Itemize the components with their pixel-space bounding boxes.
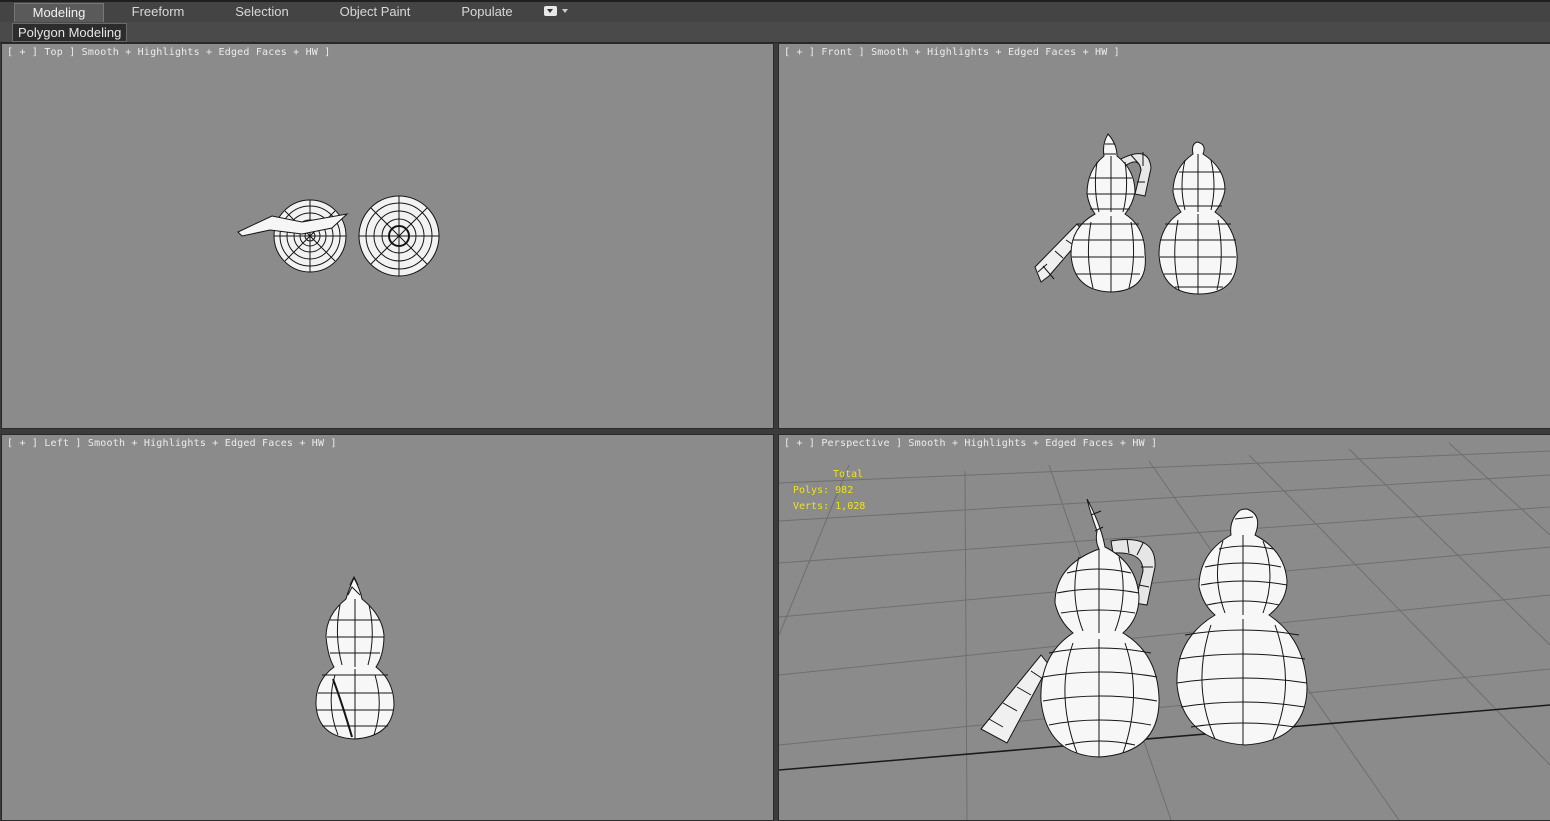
tab-populate[interactable]: Populate <box>450 3 524 21</box>
front-view-scene <box>1034 133 1238 295</box>
ribbon-minimize-icon <box>544 6 557 16</box>
persp-gourd-left-mesh <box>1040 498 1160 758</box>
viewport-left[interactable]: [ + ] Left ] Smooth + Highlights + Edged… <box>1 434 774 821</box>
stats-verts-row: Verts: 1,028 <box>793 499 865 515</box>
perspective-view-scene <box>779 442 1550 820</box>
ribbon-options-icon[interactable] <box>544 5 570 19</box>
stats-polys-label: Polys: <box>793 485 830 496</box>
tab-selection[interactable]: Selection <box>222 3 302 21</box>
panel-polygon-modeling[interactable]: Polygon Modeling <box>12 23 128 42</box>
stats-verts-value: 1,028 <box>835 501 866 512</box>
stats-polys-value: 982 <box>835 485 854 496</box>
top-gourd-left-mesh <box>273 199 347 273</box>
viewport-label-left[interactable]: [ + ] Left ] Smooth + Highlights + Edged… <box>7 438 337 449</box>
viewport-perspective[interactable]: [ + ] Perspective ] Smooth + Highlights … <box>778 434 1550 821</box>
viewport-top[interactable]: [ + ] Top ] Smooth + Highlights + Edged … <box>1 43 774 429</box>
left-view-scene <box>315 575 395 740</box>
viewport-label-perspective[interactable]: [ + ] Perspective ] Smooth + Highlights … <box>784 438 1157 449</box>
top-gourd-right-mesh <box>358 195 440 277</box>
tab-object-paint[interactable]: Object Paint <box>330 3 420 21</box>
ribbon-tab-bar: Modeling Freeform Selection Object Paint… <box>0 0 1550 23</box>
stats-polys-row: Polys: 982 <box>793 483 865 499</box>
ribbon-top-edge <box>0 0 1550 2</box>
persp-ribbon-strip <box>980 654 1050 744</box>
persp-gourd-right-mesh <box>1176 508 1308 746</box>
chevron-down-icon <box>562 9 568 13</box>
perspective-ground-line <box>779 704 1550 771</box>
tab-modeling[interactable]: Modeling <box>14 3 104 22</box>
viewport-front[interactable]: [ + ] Front ] Smooth + Highlights + Edge… <box>778 43 1550 429</box>
ribbon-panel: Polygon Modeling <box>0 22 1550 43</box>
top-view-scene <box>237 195 440 277</box>
viewport-label-top[interactable]: [ + ] Top ] Smooth + Highlights + Edged … <box>7 47 330 58</box>
stats-verts-label: Verts: <box>793 501 830 512</box>
front-gourd-right-mesh <box>1158 141 1238 295</box>
tab-freeform[interactable]: Freeform <box>118 3 198 21</box>
perspective-grid <box>779 442 1550 820</box>
stats-overlay: Total Polys: 982 Verts: 1,028 <box>793 467 865 515</box>
viewport-label-front[interactable]: [ + ] Front ] Smooth + Highlights + Edge… <box>784 47 1120 58</box>
left-gourd-mesh <box>315 575 395 740</box>
stats-header: Total <box>833 469 864 480</box>
